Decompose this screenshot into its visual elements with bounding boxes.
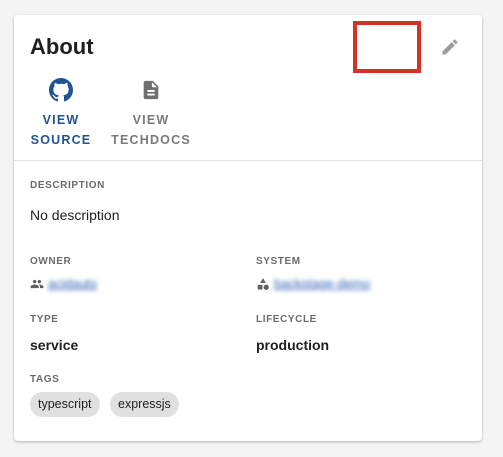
system-ref: backstage-demo <box>256 276 370 291</box>
lifecycle-value: production <box>256 337 330 353</box>
view-techdocs-label-line2: TECHDOCS <box>111 133 191 147</box>
document-icon <box>138 77 164 103</box>
owner-label: OWNER <box>30 256 72 267</box>
highlight-box <box>353 21 421 73</box>
tags-label: TAGS <box>30 374 60 385</box>
tag-chip[interactable]: expressjs <box>110 392 179 417</box>
tag-chip[interactable]: typescript <box>30 392 100 417</box>
view-source-label-line1: VIEW <box>42 113 80 127</box>
view-source-link[interactable]: VIEW SOURCE <box>30 77 92 150</box>
about-card: About VIEW SOURCE VIEW TECHDOCS DESCRIPT… <box>14 15 482 441</box>
system-link[interactable]: backstage-demo <box>274 276 370 291</box>
system-icon <box>256 277 270 291</box>
owner-ref: acidauto <box>30 276 97 291</box>
view-techdocs-label-line1: VIEW <box>132 113 170 127</box>
edit-button[interactable] <box>437 34 463 60</box>
card-header: About VIEW SOURCE VIEW TECHDOCS <box>14 15 482 161</box>
view-source-label-line2: SOURCE <box>30 133 92 147</box>
pencil-icon <box>442 39 458 55</box>
github-icon <box>48 77 74 103</box>
type-label: TYPE <box>30 314 59 325</box>
description-label: DESCRIPTION <box>30 180 105 191</box>
lifecycle-label: LIFECYCLE <box>256 314 317 325</box>
card-title: About <box>30 34 94 59</box>
system-label: SYSTEM <box>256 256 301 267</box>
view-techdocs-link[interactable]: VIEW TECHDOCS <box>110 77 192 150</box>
description-value: No description <box>30 207 120 223</box>
owner-link[interactable]: acidauto <box>48 276 97 291</box>
type-value: service <box>30 337 79 353</box>
group-icon <box>30 277 44 291</box>
